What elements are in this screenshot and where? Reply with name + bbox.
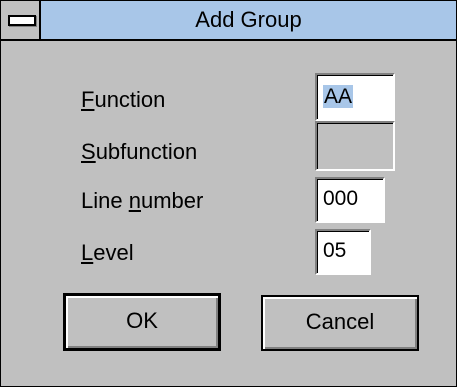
line-number-value: 000 [323, 187, 359, 210]
subfunction-label-rest: ubfunction [95, 139, 198, 164]
function-value: AA [323, 85, 354, 108]
line-number-label-rest: umber [140, 188, 204, 213]
level-label-rest: evel [93, 240, 134, 265]
function-input[interactable]: AA [315, 73, 395, 121]
function-label: Function [81, 87, 165, 113]
level-value: 05 [323, 239, 347, 262]
title-bar[interactable]: Add Group [1, 1, 456, 41]
line-number-label-mnemonic: n [128, 188, 141, 213]
line-number-label: Line number [81, 188, 203, 214]
line-number-input[interactable]: 000 [315, 177, 385, 223]
cancel-button[interactable]: Cancel [261, 295, 419, 351]
level-label-mnemonic: L [81, 240, 94, 265]
function-label-rest: unction [94, 87, 166, 112]
add-group-dialog: Add Group Function AA Subfunction Line n… [0, 0, 457, 387]
subfunction-input[interactable] [315, 121, 395, 171]
level-input[interactable]: 05 [315, 229, 371, 275]
subfunction-label: Subfunction [81, 139, 197, 165]
dialog-title: Add Group [195, 7, 302, 32]
line-number-label-pre: Line [81, 188, 129, 213]
system-menu-button[interactable] [1, 1, 41, 39]
ok-button[interactable]: OK [63, 293, 221, 351]
subfunction-label-mnemonic: S [81, 139, 96, 164]
system-menu-icon [8, 15, 36, 26]
function-label-mnemonic: F [81, 87, 95, 112]
level-label: Level [81, 240, 134, 266]
